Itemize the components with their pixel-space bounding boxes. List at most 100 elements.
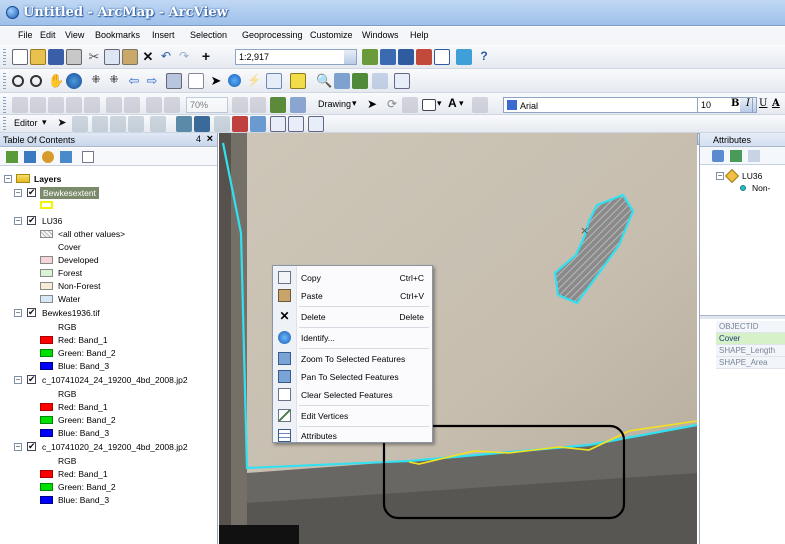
zoom-out-icon[interactable] <box>30 75 42 87</box>
layer-name[interactable]: c_10741024_24_19200_4bd_2008.jp2 <box>42 374 188 386</box>
fixed-layout-zoom-icon[interactable] <box>106 97 122 113</box>
create-viewer-icon[interactable] <box>394 73 410 89</box>
zoom-selected-elements-icon[interactable] <box>402 97 418 113</box>
collapse-icon[interactable]: − <box>14 189 22 197</box>
undo-icon[interactable]: ↶ <box>158 49 174 65</box>
editor-toolbar-icon[interactable] <box>362 49 378 65</box>
menu-item-delete[interactable]: ✕ Delete Delete <box>273 308 432 325</box>
zoom-whole-page-icon[interactable] <box>66 97 82 113</box>
identify-toolbar-icon[interactable] <box>228 74 241 87</box>
menu-help[interactable]: Help <box>410 30 429 40</box>
collapse-icon[interactable]: − <box>14 309 22 317</box>
select-elements-draw-icon[interactable]: ➤ <box>364 97 380 113</box>
layer-visibility-checkbox[interactable] <box>27 440 36 452</box>
layer-visibility-checkbox[interactable] <box>27 373 36 385</box>
field-cover[interactable]: Cover <box>716 333 785 345</box>
close-icon[interactable]: × <box>207 133 213 145</box>
edit-vertices-draw-icon[interactable] <box>472 97 488 113</box>
menu-item-attributes[interactable]: Attributes <box>273 427 432 444</box>
layer-name[interactable]: Bewkes1936.tif <box>42 307 100 319</box>
layout-zoom-out-icon[interactable] <box>30 97 46 113</box>
clear-selected-icon[interactable] <box>188 73 204 89</box>
html-popup-icon[interactable] <box>266 73 282 89</box>
toolbar-grip[interactable] <box>3 73 6 89</box>
split-icon[interactable] <box>232 116 248 132</box>
go-forward-icon[interactable]: ⇨ <box>144 73 160 89</box>
toolbar-grip[interactable] <box>3 97 6 113</box>
menu-item-clear-selected[interactable]: Clear Selected Features <box>273 386 432 403</box>
options-icon[interactable] <box>82 151 94 163</box>
delete-toolbar-icon[interactable]: ✕ <box>140 49 156 65</box>
collapse-icon[interactable]: − <box>14 217 22 225</box>
menu-insert[interactable]: Insert <box>152 30 175 40</box>
toggle-draft-icon[interactable] <box>164 97 180 113</box>
menu-customize[interactable]: Customize <box>310 30 353 40</box>
underline-button[interactable]: U <box>759 98 767 109</box>
attributes-splitter[interactable] <box>700 315 785 319</box>
font-size-combo[interactable]: 10 <box>697 97 753 113</box>
collapse-icon[interactable]: − <box>4 175 12 183</box>
layer-visibility-checkbox[interactable] <box>27 214 36 226</box>
create-features-icon[interactable] <box>308 116 324 132</box>
list-by-drawing-order-icon[interactable] <box>6 151 18 163</box>
open-folder-icon[interactable] <box>30 49 46 65</box>
menu-bookmarks[interactable]: Bookmarks <box>95 30 140 40</box>
edit-annotation-icon[interactable] <box>72 116 88 132</box>
bold-button[interactable]: B <box>731 98 739 109</box>
menu-windows[interactable]: Windows <box>362 30 399 40</box>
catalog-window-icon[interactable] <box>398 49 414 65</box>
save-icon[interactable] <box>48 49 64 65</box>
menu-file[interactable]: File <box>18 30 33 40</box>
layer-name[interactable]: LU36 <box>42 215 62 227</box>
reshape-icon[interactable] <box>194 116 210 132</box>
attributes-window-icon[interactable] <box>270 116 286 132</box>
collapse-icon[interactable]: − <box>716 172 724 180</box>
menu-item-zoom-to-selected[interactable]: Zoom To Selected Features <box>273 350 432 367</box>
menu-item-identify[interactable]: Identify... <box>273 329 432 346</box>
collapse-icon[interactable]: − <box>14 376 22 384</box>
show-layer-names-icon[interactable] <box>748 150 760 162</box>
help-icon[interactable]: ? <box>476 49 492 65</box>
chevron-down-icon[interactable] <box>344 50 356 64</box>
add-data-icon[interactable]: + <box>198 49 214 65</box>
menu-selection[interactable]: Selection <box>190 30 227 40</box>
full-extent-icon[interactable] <box>66 73 82 89</box>
list-by-source-icon[interactable] <box>24 151 36 163</box>
point-icon[interactable] <box>150 116 166 132</box>
menu-edit[interactable]: Edit <box>40 30 56 40</box>
rotate-icon[interactable]: ⟳ <box>384 97 400 113</box>
editor-menu[interactable]: Editor <box>14 118 38 128</box>
table-of-contents-icon[interactable] <box>380 49 396 65</box>
data-driven-pages-icon[interactable] <box>270 97 286 113</box>
sort-icon[interactable] <box>730 150 742 162</box>
text-tool-icon[interactable]: A <box>448 96 457 110</box>
pan-icon[interactable]: ✋ <box>48 73 64 89</box>
rotate-edit-icon[interactable] <box>250 116 266 132</box>
list-by-visibility-icon[interactable] <box>42 151 54 163</box>
list-by-selection-icon[interactable] <box>60 151 72 163</box>
fixed-zoom-out-icon[interactable]: ⁜ <box>106 73 122 89</box>
font-color-button[interactable]: A <box>772 98 780 109</box>
sketch-properties-icon[interactable] <box>288 116 304 132</box>
change-layout-icon[interactable] <box>250 97 266 113</box>
endpoint-arc-icon[interactable] <box>110 116 126 132</box>
focus-data-frame-icon[interactable] <box>290 97 306 113</box>
print-icon[interactable] <box>66 49 82 65</box>
new-document-icon[interactable] <box>12 49 28 65</box>
goto-xy-icon[interactable] <box>352 73 368 89</box>
layout-pan-icon[interactable] <box>48 97 64 113</box>
layout-forward-icon[interactable] <box>146 97 162 113</box>
feature-list-icon[interactable] <box>712 150 724 162</box>
paste-toolbar-icon[interactable] <box>122 49 138 65</box>
hyperlink-icon[interactable]: ⚡ <box>246 73 262 89</box>
pin-icon[interactable]: 4 <box>196 134 201 144</box>
straight-segment-icon[interactable] <box>92 116 108 132</box>
drawing-menu[interactable]: Drawing <box>318 99 351 109</box>
rectangle-draw-icon[interactable] <box>422 99 436 111</box>
layout-zoom-combo[interactable]: 70% <box>186 97 228 113</box>
layer-visibility-checkbox[interactable] <box>27 186 36 198</box>
copy-toolbar-icon[interactable] <box>104 49 120 65</box>
trace-icon[interactable] <box>128 116 144 132</box>
toolbar-grip[interactable] <box>3 49 6 65</box>
layout-back-icon[interactable] <box>124 97 140 113</box>
